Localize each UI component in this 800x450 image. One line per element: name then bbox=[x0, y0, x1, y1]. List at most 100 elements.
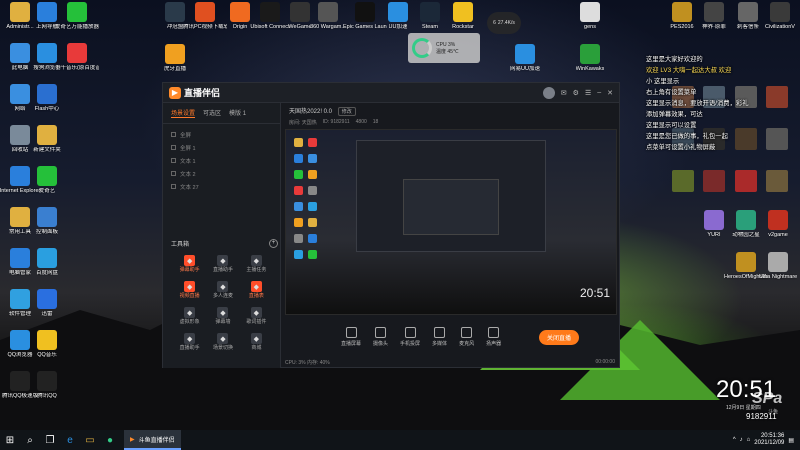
status-row: CPU: 3% 内存: 40% 00:00:00 bbox=[285, 359, 615, 366]
tool-helper2[interactable]: ◆ 直播助手 bbox=[173, 333, 206, 351]
action-mic[interactable]: 麦克风 bbox=[459, 327, 474, 347]
desktop-icon-iqiyi[interactable]: 爱奇艺 bbox=[27, 166, 67, 204]
action-screen[interactable]: 直播屏幕 bbox=[341, 327, 361, 347]
gear-icon[interactable]: ⚙ bbox=[573, 89, 579, 97]
window-controls: ✉ ⚙ ☰ – ✕ bbox=[542, 86, 613, 99]
desktop-icon-netease-uu[interactable]: 网易UU加速 bbox=[505, 44, 545, 82]
search-icon[interactable]: ⌕ bbox=[20, 430, 40, 450]
screen-icon bbox=[345, 327, 357, 338]
desktop-icon-label: PES2016 bbox=[670, 24, 694, 30]
tab-2[interactable]: 模版 1 bbox=[229, 108, 246, 118]
start-live-button[interactable]: 关闭直播 bbox=[538, 329, 579, 345]
action-media[interactable]: 多媒体 bbox=[432, 327, 447, 347]
action-speaker[interactable]: 扬声器 bbox=[486, 327, 501, 347]
menu-icon[interactable]: ☰ bbox=[585, 89, 591, 97]
desktop-icon-wargame[interactable]: 360 Wargam... bbox=[308, 2, 348, 40]
danmu-line: 这里是您已做的事，礼包一起 bbox=[646, 133, 728, 140]
danmu-icon: ◆ bbox=[184, 255, 196, 266]
desktop-icon-cloud[interactable]: 百度网盘 bbox=[27, 248, 67, 286]
desktop-icon-ultra[interactable]: Ultra Nightmare bbox=[758, 252, 798, 290]
scene-item[interactable]: 文本 1 bbox=[171, 154, 272, 167]
tool-switch[interactable]: ◆ 场景切换 bbox=[206, 333, 239, 351]
room-meta-item: 房间: 天国热 bbox=[289, 120, 317, 126]
scene-checkbox[interactable] bbox=[171, 171, 176, 176]
desktop-icon-flash[interactable]: Flash中心 bbox=[27, 84, 67, 122]
explorer-icon[interactable]: ▭ bbox=[80, 430, 100, 450]
desktop-icon-civ[interactable]: CivilizationV bbox=[760, 2, 800, 40]
desktop-icon-music[interactable]: 千千音乐(原百度音乐) bbox=[55, 43, 99, 81]
tab-0[interactable]: 场景设置 bbox=[171, 108, 196, 118]
desktop-icon-winkawaks[interactable]: WinKawaks bbox=[570, 44, 610, 82]
net-speed-bubble[interactable]: 6 27.4K/s bbox=[487, 12, 521, 34]
room-edit-button[interactable]: 修改 bbox=[337, 107, 356, 116]
desktop-icon-label: 百度网盘 bbox=[35, 270, 58, 276]
tool-shop[interactable]: ◆ 商城 bbox=[240, 333, 273, 351]
switch-icon: ◆ bbox=[217, 333, 229, 344]
desktop-icon-qq[interactable]: 腾讯QQ bbox=[27, 371, 67, 409]
taskbar-app-live-companion[interactable]: ▶ 斗鱼直播伴侣 bbox=[124, 430, 181, 450]
task-view-icon[interactable]: ❐ bbox=[40, 430, 60, 450]
action-camera[interactable]: 摄像头 bbox=[373, 327, 388, 347]
tool-danmu-wall[interactable]: ◆ 弹幕墙 bbox=[206, 307, 239, 325]
action-label: 多媒体 bbox=[432, 341, 448, 347]
volume-icon[interactable]: ♪ bbox=[740, 437, 743, 443]
tool-danmu[interactable]: ◆ 弹幕助手 bbox=[173, 255, 206, 273]
browser-icon[interactable]: e bbox=[60, 430, 80, 450]
tool-video-live[interactable]: ◆ 视频直播 bbox=[173, 281, 206, 299]
left-panel: 场景设置 可选区 模版 1 全屏 全屏 1 文本 1 文本 2 文本 27 工具箱 + ◆ 弹… bbox=[163, 103, 281, 368]
scene-checkbox[interactable] bbox=[171, 145, 176, 150]
taskbar-clock[interactable]: 20:51:36 2021/12/09 bbox=[754, 433, 784, 447]
tool-label: 弹幕墙 bbox=[215, 319, 231, 325]
scene-checkbox[interactable] bbox=[171, 158, 176, 163]
winkawaks-icon bbox=[580, 44, 600, 64]
live-companion-window: ▶ 直播伴侣 ✉ ⚙ ☰ – ✕ 场景设置 可选区 模版 1 全屏 全屏 1 文本 1 文… bbox=[162, 82, 620, 368]
status-left: CPU: 3% 内存: 40% bbox=[285, 360, 330, 366]
mail-icon[interactable]: ✉ bbox=[561, 89, 567, 97]
app-title: 直播伴侣 bbox=[184, 88, 221, 98]
desktop-icon-gens[interactable]: gens bbox=[570, 2, 610, 40]
desktop-icon-video-download[interactable]: 腾讯PC视频下载软件 bbox=[183, 2, 227, 40]
cpu-widget[interactable]: CPU 3% 温度 45℃ bbox=[408, 33, 480, 63]
close-icon[interactable]: ✕ bbox=[607, 89, 613, 97]
gens-icon bbox=[580, 2, 600, 22]
tool-label: 直播助手 bbox=[179, 345, 200, 351]
tools-add-icon[interactable]: + bbox=[269, 239, 278, 248]
tab-1[interactable]: 可选区 bbox=[203, 108, 221, 118]
avatar[interactable] bbox=[542, 86, 555, 99]
desktop-icon-player[interactable]: 爱奇艺万能播放器 bbox=[55, 2, 99, 40]
scene-item[interactable]: 文本 27 bbox=[171, 180, 272, 193]
desktop-icon-qq-music[interactable]: QQ音乐 bbox=[27, 330, 67, 368]
desktop-icon-control-panel[interactable]: 控制面板 bbox=[27, 207, 67, 245]
stream-preview[interactable]: 20:51 bbox=[285, 129, 617, 315]
scene-checkbox[interactable] bbox=[171, 132, 176, 137]
minimize-icon[interactable]: – bbox=[597, 89, 601, 96]
notification-icon[interactable]: ▤ bbox=[788, 437, 794, 444]
desktop-icon-label: 冲冠盟 bbox=[166, 24, 184, 30]
desktop-icon-folder[interactable]: 新建文件夹 bbox=[27, 125, 67, 163]
scene-checkbox[interactable] bbox=[171, 184, 176, 189]
tool-label: 虚拟形象 bbox=[179, 319, 200, 325]
ultra-icon bbox=[768, 252, 788, 272]
tool-avatar[interactable]: ◆ 虚拟形象 bbox=[173, 307, 206, 325]
scene-item[interactable]: 全屏 bbox=[171, 128, 272, 141]
network-tray-icon[interactable]: ⌂ bbox=[747, 437, 751, 443]
desktop-icon-thunder[interactable]: 迅雷 bbox=[27, 289, 67, 327]
tray-up-icon[interactable]: ^ bbox=[733, 437, 736, 443]
tool-label: 直播助手 bbox=[212, 267, 233, 273]
desktop-icon-v2game[interactable]: v2game bbox=[758, 210, 798, 248]
system-tray: ^ ♪ ⌂ 20:51:36 2021/12/09 ▤ bbox=[733, 433, 800, 447]
windows-start-icon[interactable]: ⊞ bbox=[0, 430, 20, 450]
tool-schedule[interactable]: ◆ 直播表 bbox=[240, 281, 273, 299]
tool-lyrics[interactable]: ◆ 歌词插件 bbox=[240, 307, 273, 325]
wechat-icon[interactable]: ● bbox=[100, 430, 120, 450]
qq-music-icon bbox=[37, 330, 57, 350]
action-phone[interactable]: 手机投屏 bbox=[400, 327, 420, 347]
tool-helper[interactable]: ◆ 直播助手 bbox=[206, 255, 239, 273]
desktop-icon-label: WinKawaks bbox=[575, 66, 605, 72]
scene-item[interactable]: 文本 2 bbox=[171, 167, 272, 180]
scene-item[interactable]: 全屏 1 bbox=[171, 141, 272, 154]
tool-multi-mic[interactable]: ◆ 多人连麦 bbox=[206, 281, 239, 299]
tool-task[interactable]: ◆ 主播任务 bbox=[240, 255, 273, 273]
desktop-icon-huya[interactable]: 虎牙直播 bbox=[155, 44, 195, 82]
preview-desktop-icon bbox=[294, 250, 303, 259]
